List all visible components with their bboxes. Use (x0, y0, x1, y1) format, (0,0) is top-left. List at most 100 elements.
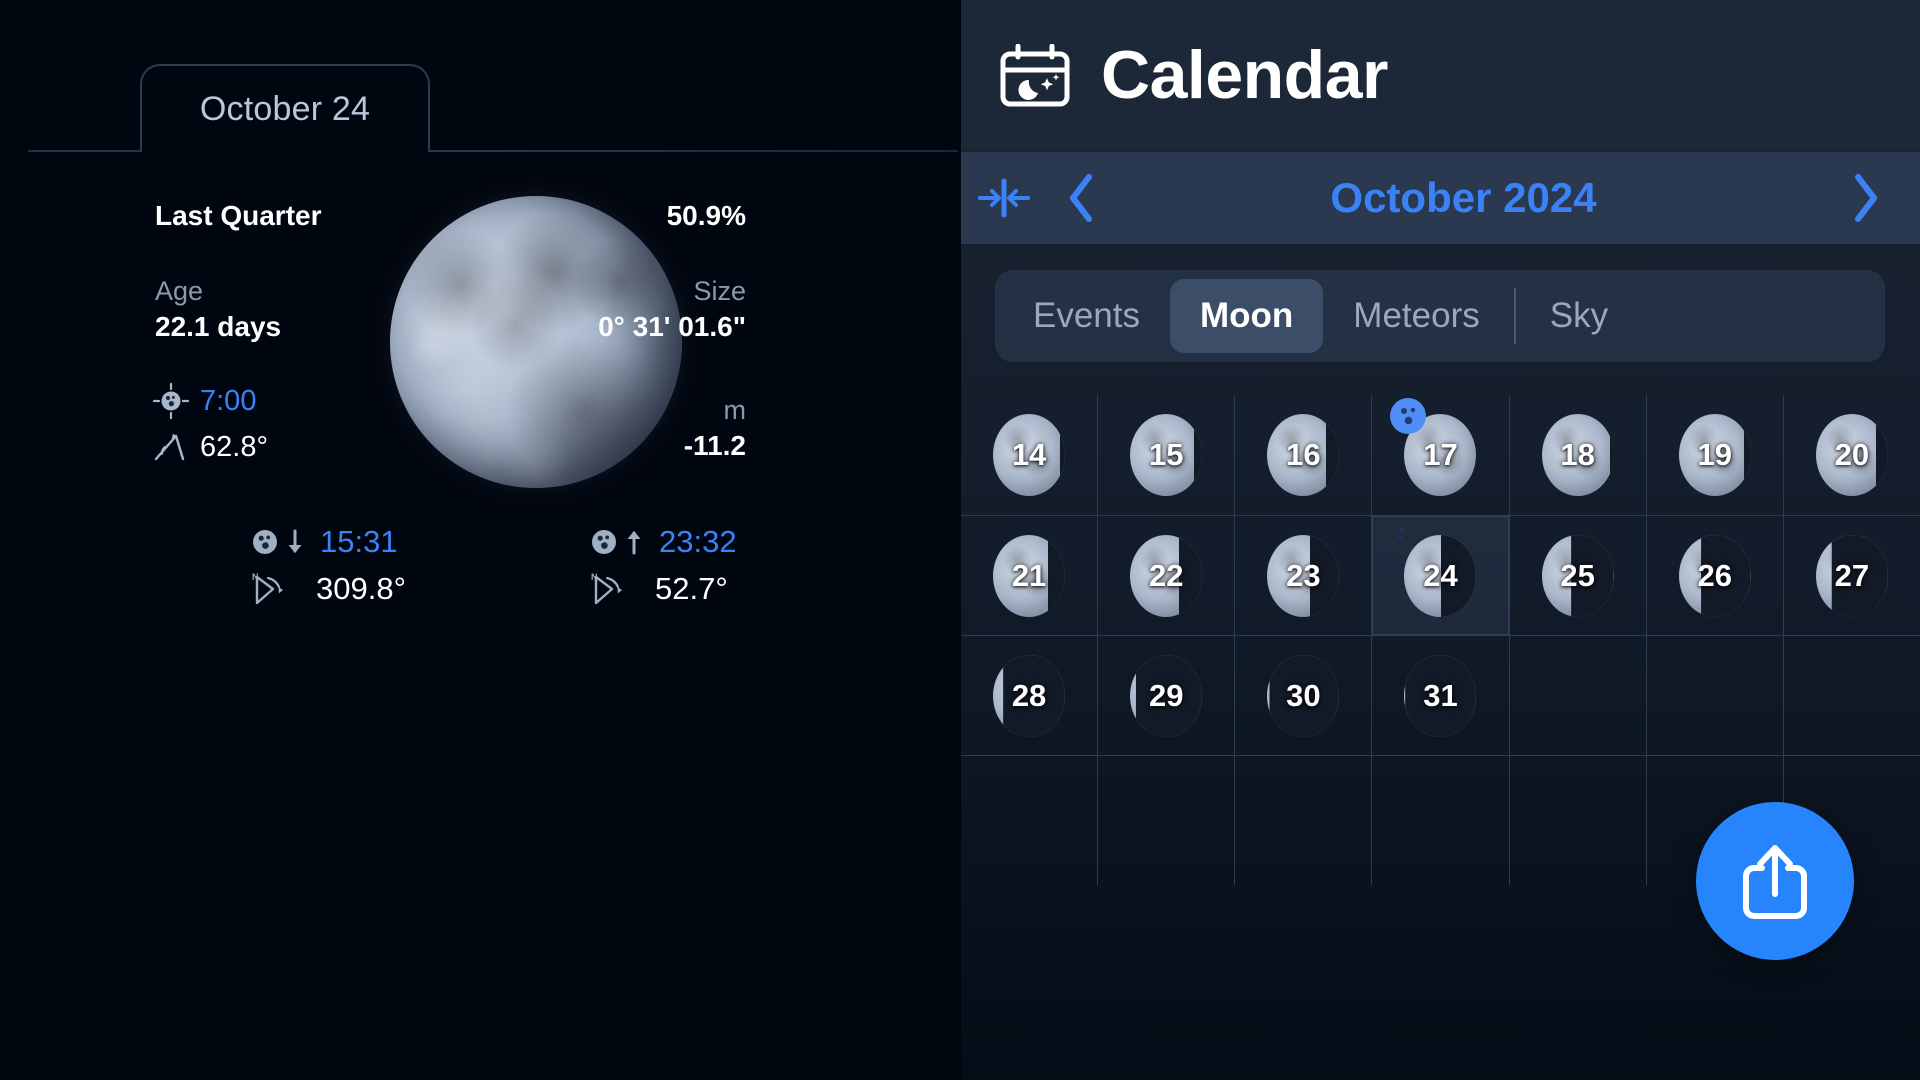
calendar-day-cell[interactable]: 30 (1234, 636, 1371, 755)
day-number: 29 (1148, 677, 1184, 713)
moon-shadow (1193, 414, 1203, 496)
day-number: 19 (1697, 437, 1732, 472)
day-number: 30 (1286, 677, 1321, 713)
moonrise-azimuth-row: N 52.7° (589, 564, 770, 614)
calendar-day-cell[interactable]: 22 (1097, 516, 1234, 635)
day-moon-phase-icon: 30 (1267, 654, 1340, 737)
calendar-day-cell[interactable]: 19 (1645, 395, 1783, 515)
day-number: 27 (1834, 557, 1870, 593)
day-moon-phase-icon: 23 (1267, 534, 1340, 617)
tabbar-divider (1513, 288, 1516, 344)
day-moon-phase-icon: 24 (1393, 521, 1477, 617)
moon-set-icon (250, 527, 280, 557)
calendar-day-cell[interactable]: 15 (1097, 395, 1234, 515)
phase-event-badge-last-quarter (1390, 519, 1426, 555)
calendar-day-cell[interactable]: 21 (961, 516, 1097, 635)
day-moon-phase-icon: 17 (1390, 398, 1477, 496)
calendar-day-cell[interactable]: 28 (961, 636, 1097, 755)
calendar-day-cell[interactable]: 20 (1782, 395, 1920, 515)
calendar-day-cell[interactable]: 23 (1234, 516, 1371, 635)
day-moon-phase-icon: 29 (1130, 654, 1203, 737)
day-number: 23 (1286, 557, 1321, 593)
share-button[interactable] (1696, 802, 1854, 960)
day-moon-phase-icon: 14 (993, 414, 1066, 496)
moon-age-label: Age (155, 276, 204, 306)
calendar-empty-cell (1645, 636, 1783, 755)
tab-events[interactable]: Events (1003, 279, 1170, 353)
azimuth-north-icon: N (250, 569, 294, 609)
moon-altitude-value: 62.8° (200, 430, 269, 463)
arrow-up-icon (623, 527, 645, 557)
month-navigation-bar: October 2024 (961, 152, 1920, 244)
calendar-day-cell[interactable]: 27 (1782, 516, 1920, 635)
day-number: 14 (1011, 437, 1047, 472)
date-tab[interactable]: October 24 (140, 64, 430, 152)
day-number: 28 (1011, 677, 1047, 713)
chevron-left-icon[interactable] (1047, 152, 1117, 244)
moon-shadow (1475, 414, 1477, 496)
day-moon-phase-icon: 31 (1404, 654, 1477, 737)
day-moon-phase-icon: 15 (1130, 414, 1203, 496)
calendar-day-cell[interactable]: 18 (1508, 395, 1646, 515)
moonset-azimuth-row: N 309.8° (250, 564, 431, 614)
day-number: 21 (1011, 557, 1047, 593)
grid-empty-cell (1508, 755, 1646, 885)
tab-moon[interactable]: Moon (1170, 279, 1324, 353)
calendar-empty-cell (1508, 636, 1646, 755)
grid-empty-cell (1234, 755, 1371, 885)
day-number: 26 (1697, 557, 1732, 593)
moon-phase-name: Last Quarter (155, 200, 322, 231)
calendar-day-cell[interactable]: 14 (961, 395, 1097, 515)
calendar-empty-cell (1782, 636, 1920, 755)
calendar-week-row: 28 29 30 31 (961, 635, 1920, 755)
moon-culmination-row: 7:00 (152, 378, 452, 424)
moon-size-label: Size (693, 276, 746, 306)
calendar-tabbar: Events Moon Meteors Sky (995, 270, 1885, 362)
moon-stats-right-column: 50.9% Size 0° 31' 01.6" m -11.2 (486, 200, 746, 462)
moonrise-time: 23:32 (659, 524, 737, 559)
day-number: 20 (1834, 437, 1870, 472)
moon-altitude-row: 62.8° (152, 424, 452, 470)
altitude-angle-icon (152, 430, 200, 464)
calendar-day-cell[interactable]: 29 (1097, 636, 1234, 755)
moonset-group: 15:31 N 309.8° (250, 520, 431, 614)
day-moon-phase-icon: 20 (1815, 414, 1888, 496)
moon-shadow (1876, 414, 1888, 496)
day-moon-phase-icon: 19 (1678, 414, 1751, 496)
grid-empty-cell (1371, 755, 1508, 885)
calendar-day-cell[interactable]: 16 (1234, 395, 1371, 515)
calendar-moon-icon (999, 44, 1071, 107)
moon-shadow (1743, 414, 1751, 496)
moon-magnitude-label: m (723, 395, 747, 425)
chevron-right-icon[interactable] (1810, 152, 1920, 244)
calendar-day-cell[interactable]: 17 (1371, 395, 1508, 515)
moon-illumination-value: 50.9% (666, 200, 746, 231)
moon-culmination-icon (152, 382, 200, 420)
day-number: 24 (1423, 557, 1458, 593)
calendar-day-cell[interactable]: 31 (1371, 636, 1508, 755)
calendar-panel: Calendar October 2024 Events Moon Meteor… (961, 0, 1920, 1080)
share-upload-icon (1736, 838, 1814, 924)
day-moon-phase-icon: 25 (1541, 534, 1614, 617)
date-tab-label: October 24 (199, 89, 371, 128)
calendar-header: Calendar (961, 0, 1920, 150)
moonset-azimuth: 309.8° (316, 571, 406, 606)
moon-size-value: 0° 31' 01.6" (598, 311, 746, 342)
day-moon-phase-icon: 28 (993, 654, 1066, 737)
day-number: 22 (1148, 557, 1184, 593)
moon-detail-panel: October 24 Last Quarter Age 22.1 days 50… (0, 0, 961, 1080)
moon-shadow (1326, 414, 1340, 496)
phase-event-badge-full-moon (1390, 398, 1427, 434)
calendar-day-cell[interactable]: 25 (1508, 516, 1646, 635)
moonrise-azimuth: 52.7° (655, 571, 728, 606)
tab-sky[interactable]: Sky (1520, 279, 1638, 353)
calendar-day-cell[interactable]: 24 (1371, 516, 1509, 635)
moon-rise-set-block: 15:31 N 309.8° 23:32 N 52.7° (250, 520, 770, 614)
tab-meteors[interactable]: Meteors (1323, 279, 1509, 353)
moonset-time-row: 15:31 (250, 520, 431, 564)
current-month-label[interactable]: October 2024 (1117, 174, 1810, 222)
moon-culmination-time: 7:00 (200, 384, 257, 417)
day-moon-phase-icon: 22 (1130, 534, 1203, 617)
calendar-day-cell[interactable]: 26 (1645, 516, 1783, 635)
jump-to-today-icon[interactable] (961, 152, 1047, 244)
